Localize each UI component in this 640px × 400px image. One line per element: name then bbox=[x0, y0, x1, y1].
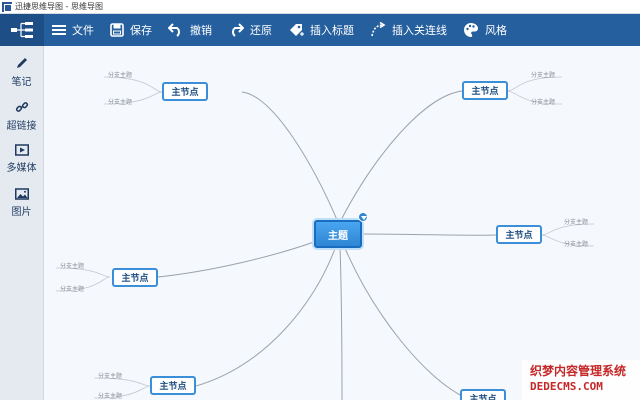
sidebar-label-hyperlink: 超链接 bbox=[6, 121, 37, 132]
redo-icon bbox=[232, 23, 244, 37]
main-node-label: 主节点 bbox=[471, 87, 499, 97]
sub-topic[interactable]: 分支主题 bbox=[531, 70, 555, 79]
sub-topic[interactable]: 分支主题 bbox=[98, 371, 122, 380]
sub-topic[interactable]: 分支主题 bbox=[60, 261, 84, 270]
pencil-icon bbox=[16, 58, 27, 68]
main-node-mid-left[interactable]: 主节点 bbox=[112, 268, 158, 287]
central-topic[interactable]: 主题 bbox=[314, 220, 362, 248]
sidebar-item-image[interactable]: 图片 bbox=[0, 178, 43, 222]
sub-topic[interactable]: 分支主题 bbox=[108, 70, 132, 79]
sidebar-label-image: 图片 bbox=[11, 207, 32, 218]
watermark-url: DEDECMS.COM bbox=[530, 380, 603, 393]
main-node-bottom-left[interactable]: 主节点 bbox=[150, 376, 196, 395]
menu-icon bbox=[52, 25, 66, 35]
save-icon bbox=[110, 23, 124, 37]
collapse-toggle-icon[interactable] bbox=[358, 212, 368, 222]
main-toolbar: 文件 保存 撤销 还原 插入标题 插入关连线 风格 bbox=[0, 14, 640, 46]
window-title: 迅捷思维导图 - 思维导图 bbox=[15, 2, 103, 11]
link-icon bbox=[15, 102, 28, 112]
sub-topic[interactable]: 分支主题 bbox=[531, 97, 555, 106]
main-node-top-left[interactable]: 主节点 bbox=[162, 82, 208, 101]
palette-icon bbox=[464, 23, 478, 37]
insert-relation-line-label: 插入关连线 bbox=[392, 24, 447, 37]
main-node-label: 主节点 bbox=[159, 382, 187, 392]
main-node-label: 主节点 bbox=[121, 274, 149, 284]
tag-icon bbox=[290, 24, 304, 36]
image-icon bbox=[14, 188, 29, 200]
file-menu-label: 文件 bbox=[72, 24, 94, 37]
main-node-top-right[interactable]: 主节点 bbox=[462, 81, 508, 100]
sub-topic[interactable]: 分支主题 bbox=[564, 217, 588, 226]
sidebar-item-multimedia[interactable]: 多媒体 bbox=[0, 134, 43, 178]
undo-icon bbox=[168, 23, 180, 37]
style-label: 风格 bbox=[485, 24, 507, 37]
sub-topic[interactable]: 分支主题 bbox=[60, 284, 84, 293]
undo-button[interactable]: 撤销 bbox=[160, 14, 220, 46]
main-node-right[interactable]: 主节点 bbox=[496, 225, 542, 244]
media-icon bbox=[14, 144, 29, 156]
sidebar-label-note: 笔记 bbox=[11, 77, 32, 88]
main-node-bottom-right[interactable]: 主节点 bbox=[460, 389, 506, 400]
style-button[interactable]: 风格 bbox=[455, 14, 515, 46]
left-sidebar: 笔记 超链接 多媒体 图片 bbox=[0, 46, 44, 400]
sub-topic[interactable]: 分支主题 bbox=[98, 391, 122, 400]
sidebar-label-multimedia: 多媒体 bbox=[6, 163, 37, 174]
app-icon bbox=[2, 1, 12, 12]
watermark-text: 织梦内容管理系统 bbox=[530, 364, 627, 378]
title-bar: 迅捷思维导图 - 思维导图 bbox=[0, 0, 640, 14]
sub-topic[interactable]: 分支主题 bbox=[564, 239, 588, 248]
insert-title-button[interactable]: 插入标题 bbox=[280, 14, 362, 46]
sub-topic[interactable]: 分支主题 bbox=[108, 97, 132, 106]
save-button[interactable]: 保存 bbox=[102, 14, 160, 46]
central-topic-label: 主题 bbox=[328, 230, 348, 242]
mindmap-logo-icon[interactable] bbox=[0, 14, 44, 46]
main-node-label: 主节点 bbox=[171, 88, 199, 98]
redo-label: 还原 bbox=[250, 24, 272, 37]
undo-label: 撤销 bbox=[190, 24, 212, 37]
insert-title-label: 插入标题 bbox=[310, 24, 354, 37]
save-label: 保存 bbox=[130, 24, 152, 37]
mindmap-canvas[interactable]: 主题 主节点 主节点 主节点 主节点 主节点 主节点 分支主题 分支主题 分支主… bbox=[44, 46, 640, 400]
main-node-label: 主节点 bbox=[469, 395, 497, 400]
sidebar-item-hyperlink[interactable]: 超链接 bbox=[0, 90, 43, 134]
file-menu-button[interactable]: 文件 bbox=[44, 14, 102, 46]
relation-line-icon bbox=[371, 22, 386, 37]
main-node-label: 主节点 bbox=[505, 231, 533, 241]
insert-relation-line-button[interactable]: 插入关连线 bbox=[362, 14, 455, 46]
redo-button[interactable]: 还原 bbox=[220, 14, 280, 46]
sidebar-item-note[interactable]: 笔记 bbox=[0, 46, 43, 90]
